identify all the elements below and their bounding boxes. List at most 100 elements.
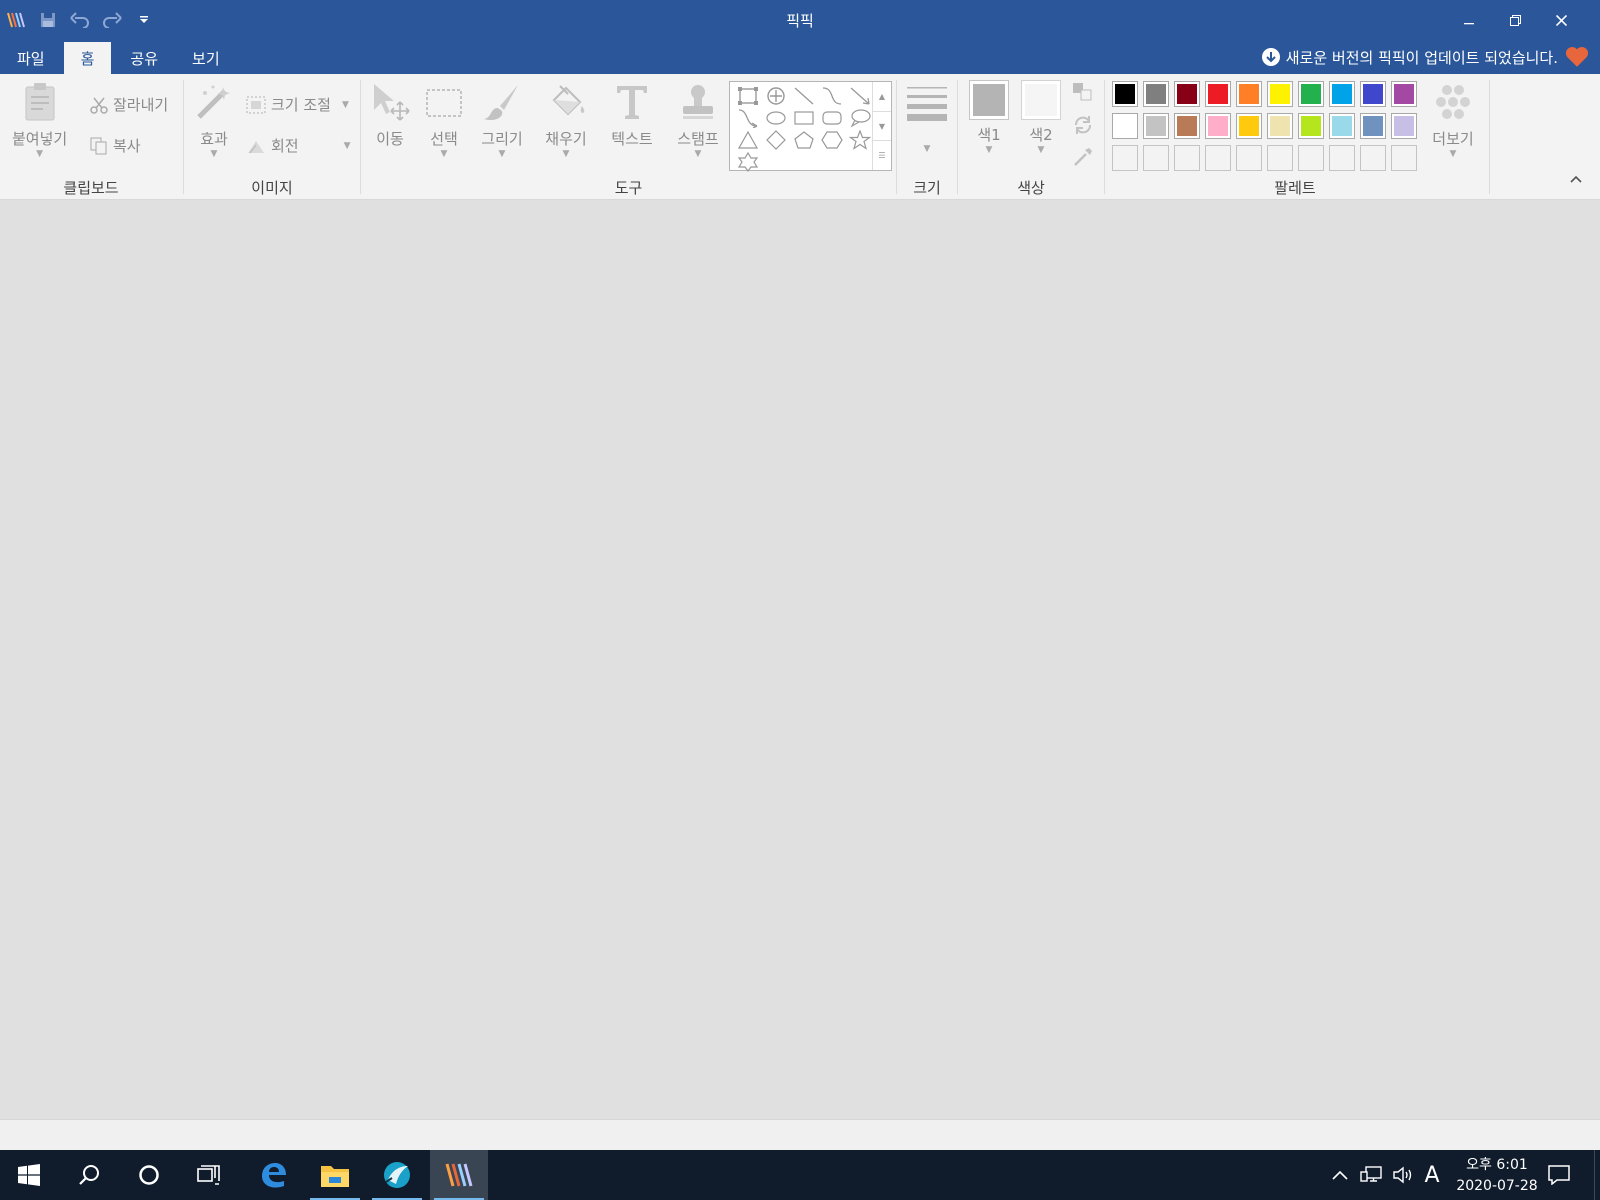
palette-custom-slot[interactable] (1205, 145, 1231, 171)
palette-color-swatch[interactable] (1143, 113, 1169, 139)
show-desktop-button[interactable] (1594, 1150, 1600, 1200)
rotate-button[interactable]: 회전 ▼ (246, 135, 351, 156)
palette-color-swatch[interactable] (1112, 81, 1138, 107)
expand-gallery-icon[interactable]: ☰ (873, 141, 891, 170)
show-hidden-icons-button[interactable] (1326, 1150, 1354, 1200)
line-shape[interactable] (790, 85, 818, 107)
palette-color-swatch[interactable] (1360, 113, 1386, 139)
scroll-up-icon[interactable]: ▲ (873, 82, 891, 112)
draw-button[interactable]: 그리기 ▼ (480, 80, 524, 159)
taskbar-clock[interactable]: 오후 6:01 2020-07-28 (1452, 1155, 1542, 1197)
move-button[interactable]: 이동 (370, 80, 410, 149)
network-icon[interactable] (1356, 1150, 1386, 1200)
six-point-star-shape[interactable] (734, 151, 762, 173)
ellipse-shape[interactable] (762, 107, 790, 129)
cut-button[interactable]: 잘라내기 (90, 94, 168, 115)
ribbon-tabs: 파일 홈 공유 보기 (0, 42, 237, 74)
palette-custom-slot[interactable] (1174, 145, 1200, 171)
collapse-ribbon-button[interactable] (1570, 174, 1582, 184)
more-colors-button[interactable]: 더보기 ▼ (1428, 80, 1478, 159)
minimize-button[interactable] (1446, 0, 1492, 40)
tab-share[interactable]: 공유 (113, 42, 175, 74)
palette-color-swatch[interactable] (1267, 113, 1293, 139)
volume-icon[interactable] (1388, 1150, 1418, 1200)
color1-button[interactable]: 색1 ▼ (966, 80, 1012, 155)
task-view-button[interactable] (180, 1150, 238, 1200)
diamond-shape[interactable] (762, 129, 790, 151)
fill-button[interactable]: 채우기 ▼ (543, 80, 589, 159)
search-button[interactable] (60, 1150, 118, 1200)
pentagon-shape[interactable] (790, 129, 818, 151)
heart-icon[interactable] (1564, 44, 1590, 70)
palette-color-swatch[interactable] (1174, 113, 1200, 139)
effects-button[interactable]: 효과 ▼ (192, 80, 236, 159)
palette-custom-slot[interactable] (1360, 145, 1386, 171)
arrow-shape[interactable] (846, 85, 874, 107)
palette-custom-slot[interactable] (1391, 145, 1417, 171)
palette-color-swatch[interactable] (1298, 81, 1324, 107)
palette-color-swatch[interactable] (1267, 81, 1293, 107)
palette-color-swatch[interactable] (1236, 81, 1262, 107)
swap-default-colors-icon[interactable] (1072, 82, 1094, 102)
title-bar: 픽픽 파일 홈 공유 보기 새로운 버전의 픽픽이 업데이트 되었습니다. (0, 0, 1600, 74)
palette-color-swatch[interactable] (1298, 113, 1324, 139)
eyedropper-icon[interactable] (1072, 146, 1094, 168)
update-notice[interactable]: 새로운 버전의 픽픽이 업데이트 되었습니다. (1261, 45, 1558, 69)
size-button[interactable]: ▼ (904, 80, 950, 154)
chevron-down-icon: ▼ (440, 149, 448, 159)
tab-home[interactable]: 홈 (63, 42, 112, 74)
palette-color-swatch[interactable] (1205, 81, 1231, 107)
close-button[interactable] (1538, 0, 1584, 40)
action-center-button[interactable] (1534, 1150, 1584, 1200)
triangle-shape[interactable] (734, 129, 762, 151)
cortana-button[interactable] (120, 1150, 178, 1200)
palette-color-swatch[interactable] (1329, 81, 1355, 107)
clipboard-group-label: 클립보드 (63, 179, 119, 197)
stamp-button[interactable]: 스탬프 ▼ (674, 80, 722, 159)
palette-custom-slot[interactable] (1112, 145, 1138, 171)
input-method-indicator[interactable]: A (1418, 1150, 1446, 1200)
copy-button[interactable]: 복사 (90, 135, 141, 156)
restore-button[interactable] (1492, 0, 1538, 40)
color2-button[interactable]: 색2 ▼ (1018, 80, 1064, 155)
palette-color-swatch[interactable] (1236, 113, 1262, 139)
scroll-down-icon[interactable]: ▼ (873, 112, 891, 142)
tab-file[interactable]: 파일 (0, 42, 62, 74)
picpick-taskbar-button[interactable] (430, 1150, 488, 1200)
palette-color-swatch[interactable] (1329, 113, 1355, 139)
palette-custom-slot[interactable] (1267, 145, 1293, 171)
start-button[interactable] (0, 1150, 58, 1200)
star-shape[interactable] (846, 129, 874, 151)
hexagon-shape[interactable] (818, 129, 846, 151)
palette-custom-slot[interactable] (1143, 145, 1169, 171)
curve-shape[interactable] (818, 85, 846, 107)
speech-bubble-shape[interactable] (846, 107, 874, 129)
tab-view[interactable]: 보기 (175, 42, 237, 74)
rectangle-shape[interactable] (790, 107, 818, 129)
crosshair-shape[interactable] (762, 85, 790, 107)
curved-arrow-shape[interactable] (734, 107, 762, 129)
resize-button[interactable]: 크기 조절 ▼ (246, 94, 349, 115)
draw-label: 그리기 (481, 130, 523, 148)
rounded-rectangle-shape[interactable] (818, 107, 846, 129)
edge-taskbar-button[interactable] (244, 1150, 302, 1200)
palette-custom-slot[interactable] (1236, 145, 1262, 171)
palette-color-swatch[interactable] (1143, 81, 1169, 107)
palette-color-swatch[interactable] (1112, 113, 1138, 139)
paste-button[interactable]: 붙여넣기 ▼ (12, 80, 67, 159)
swordfish-taskbar-button[interactable] (368, 1150, 426, 1200)
file-explorer-taskbar-button[interactable] (306, 1150, 364, 1200)
palette-color-swatch[interactable] (1391, 113, 1417, 139)
shapes-scrollbar[interactable]: ▲ ▼ ☰ (872, 82, 891, 170)
palette-custom-slot[interactable] (1298, 145, 1324, 171)
text-button[interactable]: 텍스트 (608, 80, 656, 149)
palette-color-swatch[interactable] (1391, 81, 1417, 107)
canvas-workspace[interactable] (0, 200, 1600, 1119)
swap-colors-icon[interactable] (1072, 114, 1094, 136)
palette-color-swatch[interactable] (1174, 81, 1200, 107)
palette-custom-slot[interactable] (1329, 145, 1355, 171)
select-rect-shape[interactable] (734, 85, 762, 107)
palette-color-swatch[interactable] (1360, 81, 1386, 107)
select-button[interactable]: 선택 ▼ (424, 80, 464, 159)
palette-color-swatch[interactable] (1205, 113, 1231, 139)
